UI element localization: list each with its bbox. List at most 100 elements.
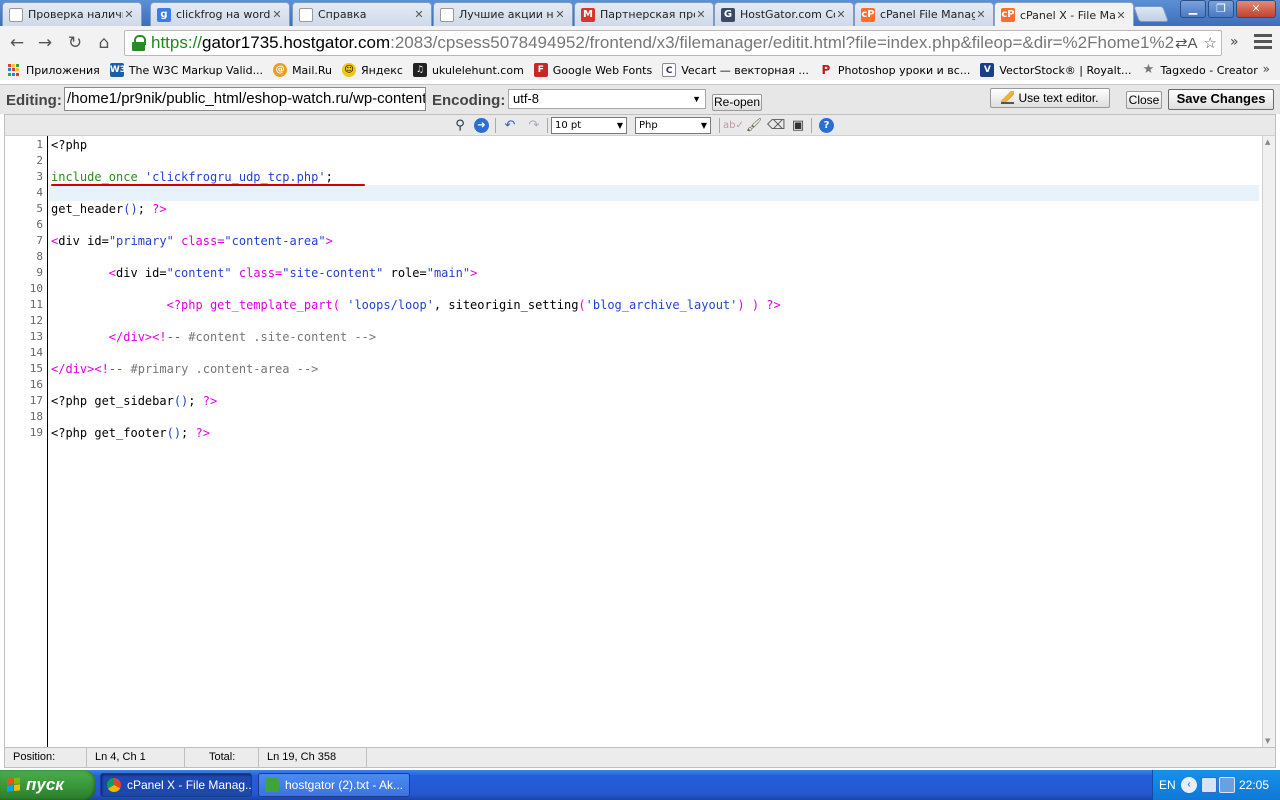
code-token: <?php get_sidebar xyxy=(51,394,174,408)
code-token: "primary" xyxy=(108,234,174,248)
code-token: 'blog_archive_layout' xyxy=(585,298,738,312)
tab-title: Справка xyxy=(318,8,367,21)
close-icon[interactable]: ✕ xyxy=(1115,9,1127,22)
code-token: ?> xyxy=(195,426,210,440)
editor-header: Editing: /home1/pr9nik/public_html/eshop… xyxy=(0,84,1280,114)
taskbar-item-chrome[interactable]: cPanel X - File Manag... xyxy=(100,773,252,797)
code-token: < xyxy=(108,266,117,280)
extensions-overflow-icon[interactable]: » xyxy=(1230,34,1239,50)
pencil-icon xyxy=(1001,91,1015,104)
bookmark-tagxedo[interactable]: ★ Tagxedo - Creator xyxy=(1142,63,1258,77)
encoding-select[interactable]: utf-8 xyxy=(508,89,706,109)
bookmark-ukulelehunt[interactable]: ♫ ukulelehunt.com xyxy=(412,63,524,77)
file-path-field[interactable]: /home1/pr9nik/public_html/eshop-watch.ru… xyxy=(64,87,426,111)
bookmark-vecart[interactable]: C Vecart — векторная ... xyxy=(662,63,809,77)
close-icon[interactable]: ✕ xyxy=(975,8,987,21)
w3c-icon: W3 xyxy=(109,63,127,77)
volume-icon[interactable] xyxy=(1219,777,1235,793)
bookmark-photoshop[interactable]: P Photoshop уроки и вс... xyxy=(819,63,970,77)
help-icon[interactable]: ? xyxy=(819,118,834,133)
forward-icon[interactable]: → xyxy=(34,32,56,54)
code-editor[interactable]: 1 2 3 4 5 6 7 8 9 10 11 12 13 14 15 16 1… xyxy=(4,136,1276,747)
close-icon[interactable]: ✕ xyxy=(695,8,707,21)
fullscreen-icon[interactable]: ▣ xyxy=(789,117,807,134)
code-token: ?> xyxy=(152,202,167,216)
close-icon[interactable]: ✕ xyxy=(413,8,425,21)
doc-icon xyxy=(299,7,313,22)
address-bar[interactable]: https://gator1735.hostgator.com:2083/cps… xyxy=(124,30,1222,56)
redo-icon[interactable]: ↷ xyxy=(525,117,543,134)
browser-tab-2[interactable]: g clickfrog на wordp ✕ xyxy=(150,2,290,26)
bookmark-label: Google Web Fonts xyxy=(552,63,653,77)
bookmark-mailru[interactable]: @ Mail.Ru xyxy=(273,63,332,77)
window-controls: ▁ ❐ ✕ xyxy=(1180,0,1276,18)
taskbar-item-notepad[interactable]: hostgator (2).txt - Ak... xyxy=(258,773,410,797)
code-token: ; xyxy=(325,170,333,184)
start-button[interactable]: пуск xyxy=(0,770,96,800)
undo-icon[interactable]: ↶ xyxy=(501,117,519,134)
code-token: "main" xyxy=(426,266,471,280)
bookmark-apps[interactable]: Приложения xyxy=(8,64,100,77)
syntax-select[interactable]: Php xyxy=(635,117,711,134)
code-token: ?> xyxy=(202,394,218,408)
tray-expand-icon[interactable]: ‹ xyxy=(1181,777,1197,793)
code-token: --> xyxy=(296,362,319,376)
bookmark-w3c[interactable]: W3 The W3C Markup Valid... xyxy=(109,63,263,77)
close-button[interactable]: Close xyxy=(1126,91,1162,109)
code-line: <div id="primary" class="content-area"> xyxy=(51,233,333,249)
code-token: </div> xyxy=(108,330,153,344)
bookmark-star-icon[interactable]: ☆ xyxy=(1204,34,1217,52)
tab-title: cPanel X - File Ma xyxy=(1020,8,1115,22)
close-icon[interactable]: ✕ xyxy=(123,8,135,21)
close-icon[interactable]: ✕ xyxy=(271,8,283,21)
new-tab-button[interactable] xyxy=(1133,6,1169,22)
toolbar-separator xyxy=(811,118,812,133)
use-text-editor-button[interactable]: Use text editor. xyxy=(990,88,1110,108)
bookmark-vectorstock[interactable]: V VectorStock® | Royalt... xyxy=(980,63,1132,77)
bookmarks-bar: Приложения W3 The W3C Markup Valid... @ … xyxy=(0,60,1280,80)
font-size-select[interactable]: 10 pt xyxy=(551,117,627,134)
highlight-brush-icon[interactable]: 🖌 xyxy=(745,117,763,134)
editor-toolbar: ⚲ ➜ ↶ ↷ 10 pt Php ab✓ 🖌 ⌫ ▣ ? xyxy=(4,114,1276,136)
bookmarks-overflow-icon[interactable]: » xyxy=(1263,62,1270,76)
language-indicator[interactable]: EN xyxy=(1159,778,1176,792)
bookmark-google-web-fonts[interactable]: F Google Web Fonts xyxy=(533,63,653,77)
network-icon[interactable] xyxy=(1201,777,1217,793)
code-token: <!-- xyxy=(94,362,124,376)
code-line: <?php get_template_part( 'loops/loop', s… xyxy=(51,297,781,313)
reload-icon[interactable]: ↻ xyxy=(64,32,86,54)
browser-tab-1[interactable]: Проверка наличи ✕ xyxy=(2,2,142,26)
browser-tab-6[interactable]: G HostGator.com Co ✕ xyxy=(714,2,854,26)
restore-icon[interactable]: ❐ xyxy=(1208,0,1234,18)
window-close-icon[interactable]: ✕ xyxy=(1236,0,1276,18)
code-token: 'loops/loop' xyxy=(340,298,434,312)
close-icon[interactable]: ✕ xyxy=(835,8,847,21)
bookmark-yandex[interactable]: ☺ Яндекс xyxy=(342,63,403,77)
home-icon[interactable]: ⌂ xyxy=(93,32,115,54)
tab-title: HostGator.com Co xyxy=(740,8,835,21)
save-changes-button[interactable]: Save Changes xyxy=(1168,89,1274,110)
goto-line-icon[interactable]: ➜ xyxy=(474,118,489,133)
google-icon: g xyxy=(157,7,171,22)
translate-icon[interactable]: ⇄A xyxy=(1175,34,1198,52)
code-token: include_once xyxy=(51,170,138,184)
minimize-icon[interactable]: ▁ xyxy=(1180,0,1206,18)
spellcheck-icon[interactable]: ab✓ xyxy=(723,117,744,134)
browser-tab-4[interactable]: Лучшие акции на ✕ xyxy=(433,2,573,26)
back-icon[interactable]: ← xyxy=(6,32,28,54)
chrome-menu-icon[interactable] xyxy=(1254,34,1272,50)
vertical-scrollbar[interactable] xyxy=(1262,136,1275,747)
browser-tab-3[interactable]: Справка ✕ xyxy=(292,2,432,26)
code-comment: #content .site-content xyxy=(181,330,355,344)
browser-tab-7[interactable]: cP cPanel File Manag ✕ xyxy=(854,2,994,26)
url-scheme: https:// xyxy=(151,33,203,52)
browser-tab-8-active[interactable]: cP cPanel X - File Ma ✕ xyxy=(994,2,1134,27)
close-icon[interactable]: ✕ xyxy=(554,8,566,21)
doc-icon xyxy=(440,7,454,22)
taskbar-item-label: cPanel X - File Manag... xyxy=(127,778,252,792)
eraser-icon[interactable]: ⌫ xyxy=(767,117,785,134)
reopen-button[interactable]: Re-open xyxy=(712,94,762,111)
browser-tab-5[interactable]: M Партнерская прог ✕ xyxy=(574,2,714,26)
tab-title: Лучшие акции на xyxy=(459,8,554,21)
search-icon[interactable]: ⚲ xyxy=(451,117,469,134)
